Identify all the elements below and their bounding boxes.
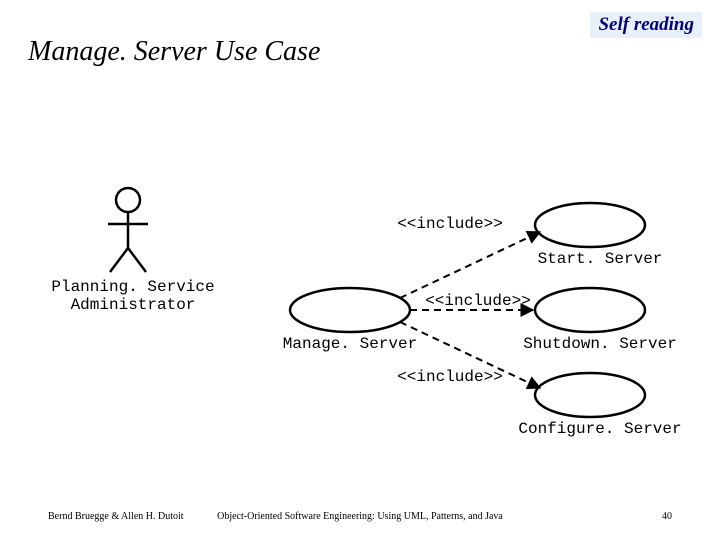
- footer-page-number: 40: [662, 511, 672, 522]
- usecase-start-ellipse: [535, 203, 645, 247]
- usecase-manage-label: Manage. Server: [260, 335, 440, 353]
- usecase-shutdown-ellipse: [535, 288, 645, 332]
- uml-diagram: [0, 0, 720, 540]
- usecase-configure-label: Configure. Server: [510, 420, 690, 438]
- actor-name-line1: Planning. Service: [48, 278, 218, 296]
- usecase-start-label: Start. Server: [510, 250, 690, 268]
- actor-name-line2: Administrator: [48, 296, 218, 314]
- usecase-manage-ellipse: [290, 288, 410, 332]
- include-label-3: <<include>>: [380, 368, 520, 386]
- include-label-2: <<include>>: [408, 292, 548, 310]
- usecase-shutdown-label: Shutdown. Server: [510, 335, 690, 353]
- footer-authors: Bernd Bruegge & Allen H. Dutoit: [48, 511, 184, 522]
- actor-icon: [108, 188, 148, 272]
- usecase-configure-ellipse: [535, 373, 645, 417]
- include-label-1: <<include>>: [380, 215, 520, 233]
- footer-book-title: Object-Oriented Software Engineering: Us…: [217, 511, 503, 522]
